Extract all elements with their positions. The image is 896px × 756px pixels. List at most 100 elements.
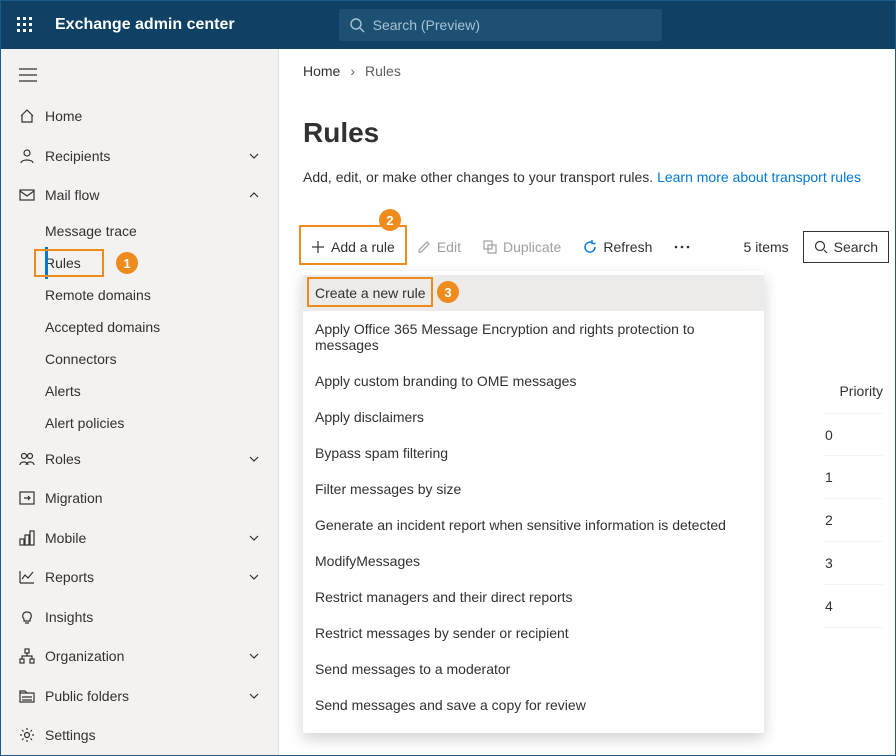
callout-2: 2 (379, 209, 401, 231)
organization-icon (19, 648, 45, 664)
dd-item-label: Bypass spam filtering (315, 445, 448, 461)
global-search[interactable] (339, 9, 662, 41)
sidebar: Home Recipients Mail flow Message trace … (1, 49, 279, 755)
subtitle-text: Add, edit, or make other changes to your… (303, 169, 657, 185)
chevron-down-icon (246, 535, 262, 541)
dd-item[interactable]: Apply custom branding to OME messages (303, 363, 764, 399)
dd-item[interactable]: Send messages to a moderator (303, 651, 764, 687)
priority-cell: 4 (823, 585, 883, 628)
roles-icon (19, 451, 45, 467)
dd-item-label: Apply custom branding to OME messages (315, 373, 576, 389)
button-label: Refresh (603, 239, 652, 255)
dd-item-label: Restrict managers and their direct repor… (315, 589, 573, 605)
callout-3: 3 (437, 281, 459, 303)
dd-item-create-new-rule[interactable]: Create a new rule 3 (303, 275, 764, 311)
sidebar-item-settings[interactable]: Settings (1, 716, 278, 756)
breadcrumb-separator: › (350, 63, 355, 79)
dd-item-label: Create a new rule (315, 285, 426, 301)
sidebar-item-label: Alerts (45, 383, 81, 399)
sidebar-item-label: Home (45, 108, 262, 124)
sidebar-item-accepted-domains[interactable]: Accepted domains (45, 311, 278, 343)
dd-item-label: Generate an incident report when sensiti… (315, 517, 726, 533)
breadcrumb-home[interactable]: Home (303, 63, 340, 79)
global-search-input[interactable] (373, 17, 652, 33)
add-rule-dropdown: Create a new rule 3 Apply Office 365 Mes… (303, 271, 764, 733)
toolbar: 2 Add a rule Edit Duplicate Refresh 5 it… (279, 231, 895, 263)
migration-icon (19, 490, 45, 506)
mail-flow-subitems: Message trace Rules 1 Remote domains Acc… (1, 215, 278, 439)
dd-item-label: Send messages to a moderator (315, 661, 510, 677)
sidebar-item-label: Mobile (45, 530, 246, 546)
dd-item[interactable]: Bypass spam filtering (303, 435, 764, 471)
person-icon (19, 148, 45, 164)
dd-item-label: Filter messages by size (315, 481, 461, 497)
sidebar-item-public-folders[interactable]: Public folders (1, 676, 278, 716)
sidebar-item-recipients[interactable]: Recipients (1, 136, 278, 176)
sidebar-item-label: Roles (45, 451, 246, 467)
sidebar-item-label: Organization (45, 648, 246, 664)
dd-item[interactable]: Restrict messages by sender or recipient (303, 615, 764, 651)
dd-item-label: ModifyMessages (315, 553, 420, 569)
chevron-down-icon (246, 574, 262, 580)
dd-item-label: Restrict messages by sender or recipient (315, 625, 569, 641)
sidebar-item-alert-policies[interactable]: Alert policies (45, 407, 278, 439)
hamburger-icon[interactable] (19, 68, 37, 85)
app-launcher-icon[interactable] (9, 9, 41, 41)
button-label: Search (834, 239, 878, 255)
priority-cell: 3 (823, 542, 883, 585)
dd-item[interactable]: Send messages and save a copy for review (303, 687, 764, 723)
folders-icon (19, 688, 45, 704)
sidebar-item-label: Rules (45, 255, 81, 271)
dd-item[interactable]: Apply Office 365 Message Encryption and … (303, 311, 764, 363)
dd-item[interactable]: ModifyMessages (303, 543, 764, 579)
add-rule-button[interactable]: Add a rule (303, 231, 403, 263)
sidebar-item-label: Settings (45, 727, 262, 743)
dd-item-label: Apply disclaimers (315, 409, 424, 425)
duplicate-button: Duplicate (475, 231, 569, 263)
sidebar-item-mail-flow[interactable]: Mail flow (1, 176, 278, 216)
sidebar-item-reports[interactable]: Reports (1, 558, 278, 598)
sidebar-item-migration[interactable]: Migration (1, 479, 278, 519)
sidebar-item-label: Alert policies (45, 415, 124, 431)
dd-item-label: Send messages and save a copy for review (315, 697, 586, 713)
home-icon (19, 108, 45, 124)
refresh-button[interactable]: Refresh (575, 231, 660, 263)
lightbulb-icon (19, 609, 45, 625)
chevron-down-icon (246, 153, 262, 159)
sidebar-item-alerts[interactable]: Alerts (45, 375, 278, 407)
sidebar-item-label: Recipients (45, 148, 246, 164)
priority-cell: 2 (823, 499, 883, 542)
more-button[interactable] (666, 231, 698, 263)
sidebar-item-mobile[interactable]: Mobile (1, 518, 278, 558)
button-label: Edit (437, 239, 461, 255)
callout-1: 1 (116, 252, 138, 274)
sidebar-item-label: Connectors (45, 351, 117, 367)
chevron-down-icon (246, 693, 262, 699)
dd-item[interactable]: Generate an incident report when sensiti… (303, 507, 764, 543)
sidebar-item-insights[interactable]: Insights (1, 597, 278, 637)
sidebar-item-connectors[interactable]: Connectors (45, 343, 278, 375)
dd-item[interactable]: Apply disclaimers (303, 399, 764, 435)
learn-more-link[interactable]: Learn more about transport rules (657, 169, 861, 185)
dd-item[interactable]: Restrict managers and their direct repor… (303, 579, 764, 615)
sidebar-item-remote-domains[interactable]: Remote domains (45, 279, 278, 311)
sidebar-item-rules[interactable]: Rules 1 (45, 247, 278, 279)
sidebar-item-roles[interactable]: Roles (1, 439, 278, 479)
priority-cell: 0 (823, 413, 883, 456)
items-count: 5 items (744, 239, 789, 255)
app-title: Exchange admin center (55, 16, 235, 34)
sidebar-item-message-trace[interactable]: Message trace (45, 215, 278, 247)
edit-button: Edit (409, 231, 469, 263)
sidebar-item-label: Reports (45, 569, 246, 585)
local-search-button[interactable]: Search (803, 231, 889, 263)
sidebar-item-label: Insights (45, 609, 262, 625)
chevron-down-icon (246, 456, 262, 462)
sidebar-item-home[interactable]: Home (1, 97, 278, 137)
sidebar-item-label: Remote domains (45, 287, 151, 303)
top-bar: Exchange admin center (1, 1, 895, 49)
priority-header: Priority (839, 383, 883, 399)
dd-item[interactable]: Filter messages by size (303, 471, 764, 507)
page-subtitle: Add, edit, or make other changes to your… (279, 157, 895, 185)
mail-icon (19, 187, 45, 203)
sidebar-item-organization[interactable]: Organization (1, 637, 278, 677)
